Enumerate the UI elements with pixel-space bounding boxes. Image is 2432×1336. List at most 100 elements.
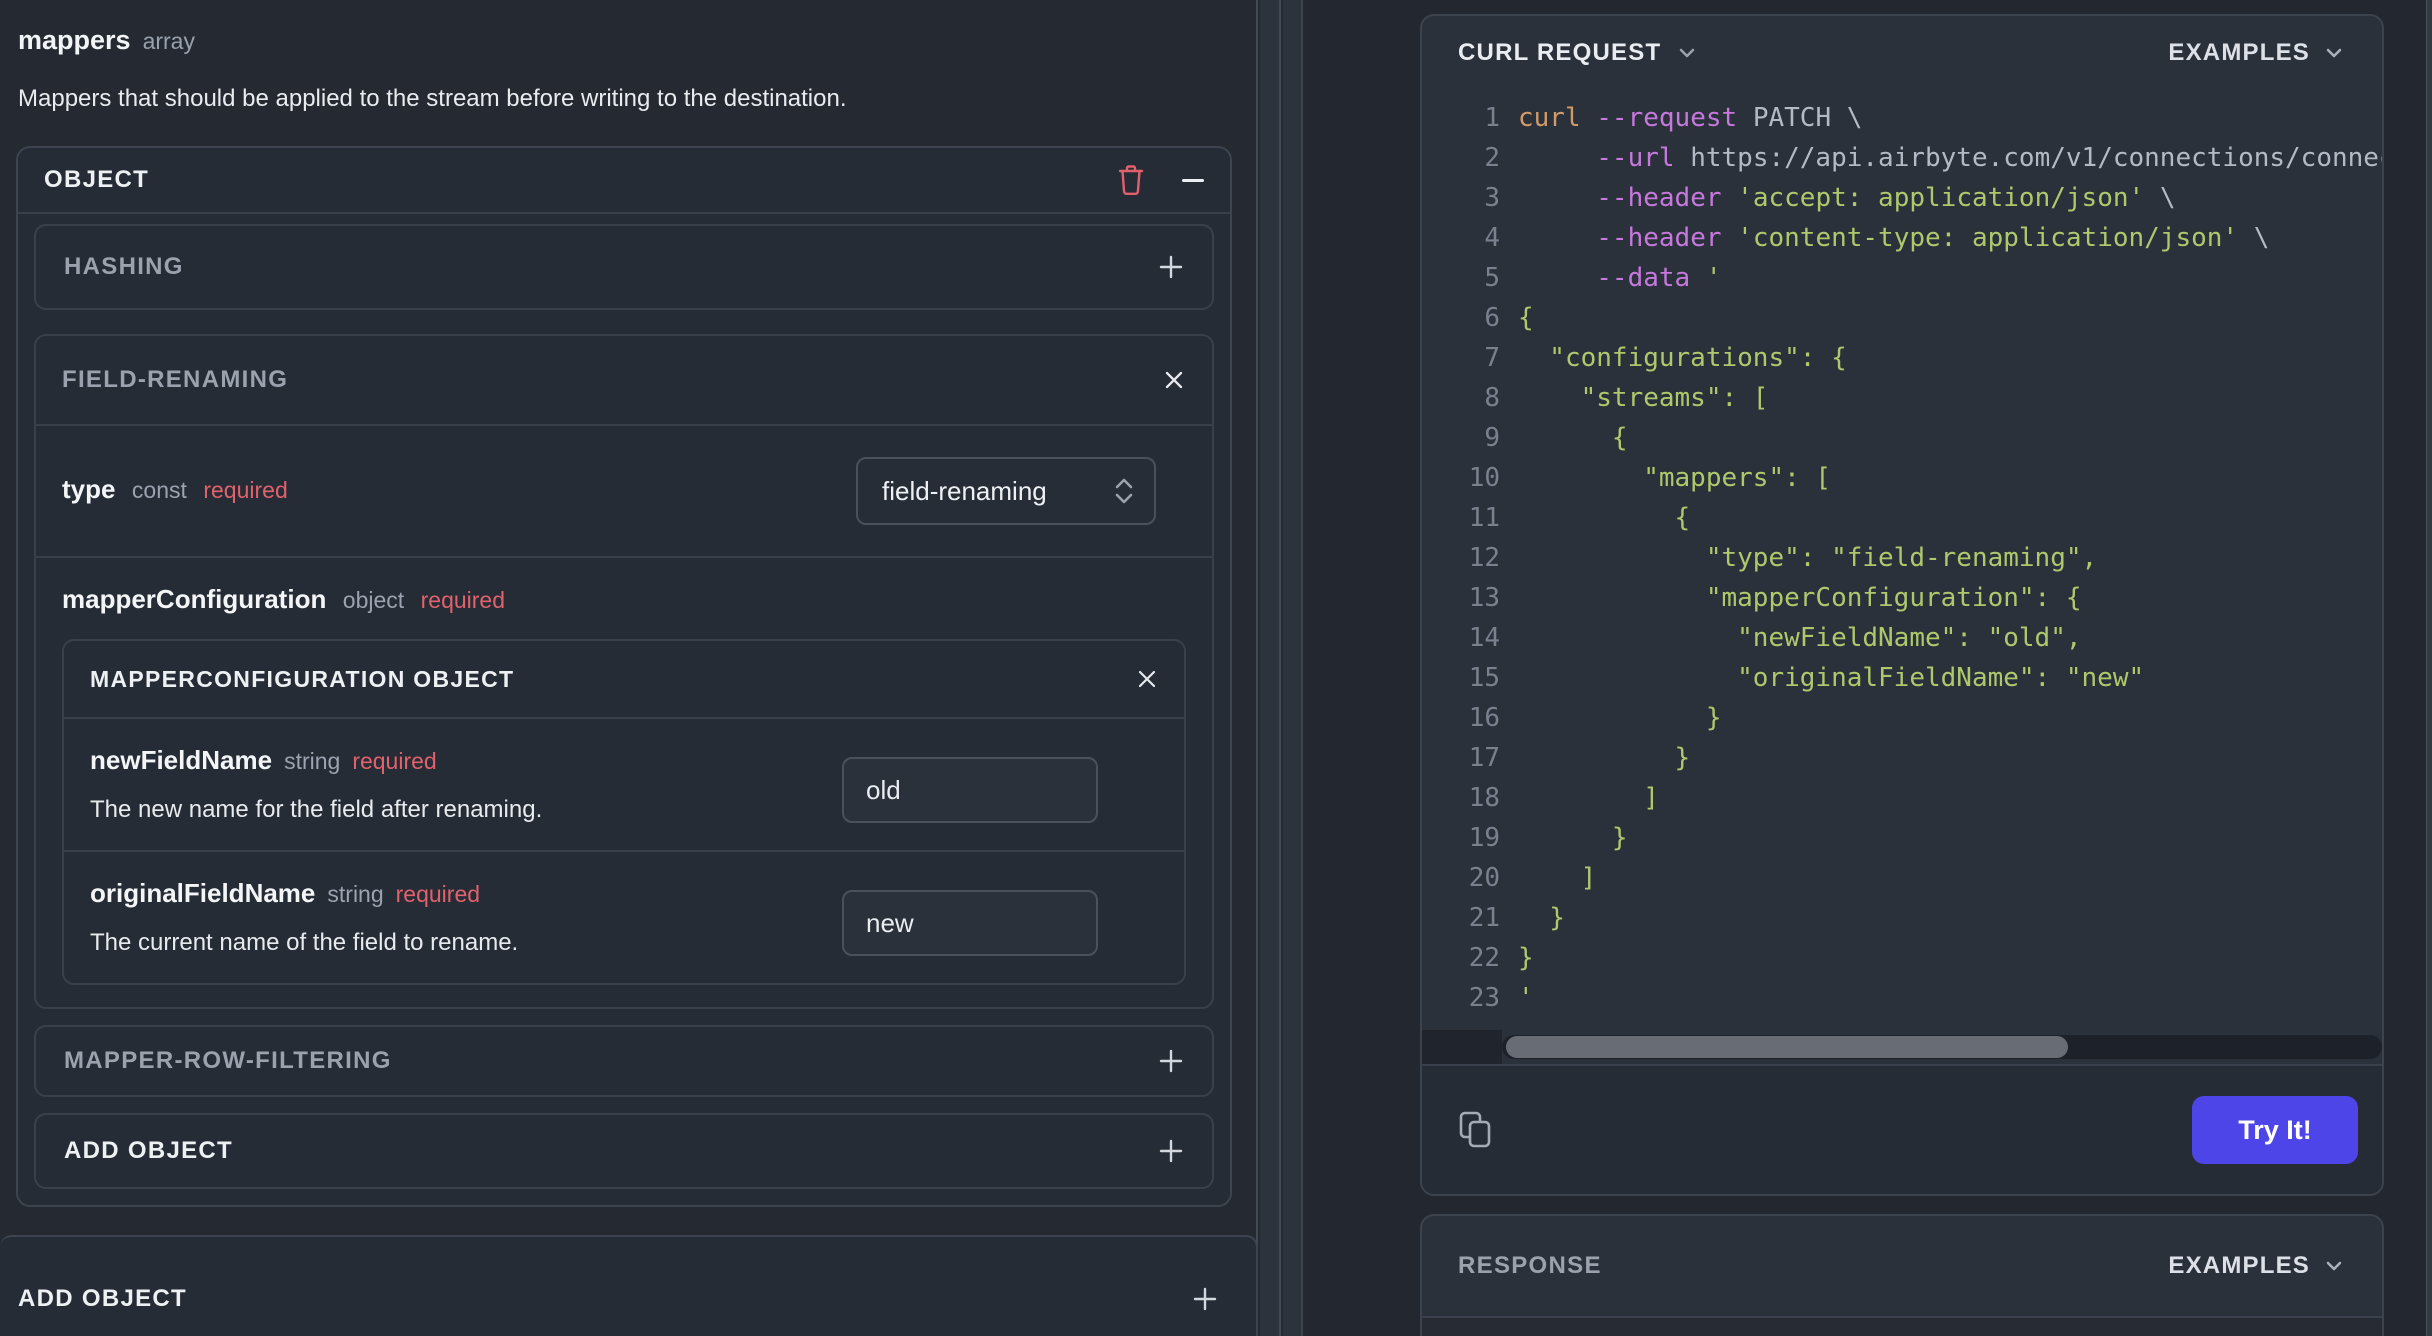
line-number: 15 bbox=[1468, 663, 1500, 693]
copy-code-button[interactable] bbox=[1456, 1108, 1496, 1152]
vertical-scrollbar[interactable] bbox=[2426, 0, 2432, 1336]
code-text: curl --request PATCH \ bbox=[1518, 103, 1863, 133]
code-text: ] bbox=[1518, 863, 1597, 893]
code-text: } bbox=[1518, 703, 1722, 733]
line-number: 14 bbox=[1468, 623, 1500, 653]
type-field-row: type const required field-renaming bbox=[36, 426, 1212, 558]
field-description: The new name for the field after renamin… bbox=[90, 796, 543, 823]
line-number: 2 bbox=[1484, 143, 1500, 173]
field-input[interactable] bbox=[842, 890, 1098, 956]
code-line: 6{ bbox=[1422, 298, 2382, 338]
horizontal-scrollbar-track[interactable] bbox=[1502, 1035, 2382, 1059]
field-description: The current name of the field to rename. bbox=[90, 929, 519, 956]
field-input[interactable] bbox=[842, 757, 1098, 823]
field-required: required bbox=[352, 748, 437, 774]
curl-request-header: CURL REQUEST EXAMPLES bbox=[1422, 16, 2382, 90]
close-icon[interactable] bbox=[1162, 368, 1186, 392]
collapse-object-button[interactable] bbox=[1182, 178, 1204, 182]
examples-dropdown[interactable]: EXAMPLES bbox=[2168, 39, 2346, 67]
code-text: } bbox=[1518, 823, 1628, 853]
field-heading: mappers array bbox=[18, 25, 1258, 56]
line-number: 9 bbox=[1484, 423, 1500, 453]
line-number: 18 bbox=[1468, 783, 1500, 813]
try-it-button[interactable]: Try It! bbox=[2192, 1096, 2358, 1164]
panel-divider[interactable] bbox=[1283, 0, 1303, 1336]
line-number: 16 bbox=[1468, 703, 1500, 733]
line-number: 11 bbox=[1468, 503, 1500, 533]
mapper-row-filtering-section: MAPPER-ROW-FILTERING bbox=[34, 1025, 1214, 1097]
code-text: ] bbox=[1518, 783, 1659, 813]
curl-request-footer: Try It! bbox=[1422, 1064, 2382, 1194]
mapper-row-filtering-header[interactable]: MAPPER-ROW-FILTERING bbox=[36, 1027, 1212, 1095]
plus-icon[interactable] bbox=[1158, 254, 1184, 280]
code-line: 1 curl --request PATCH \ bbox=[1422, 98, 2382, 138]
response-body bbox=[1422, 1318, 2382, 1336]
field-type: string bbox=[284, 748, 341, 774]
chevron-down-icon[interactable] bbox=[1675, 41, 1699, 65]
line-number: 19 bbox=[1468, 823, 1500, 853]
type-select[interactable]: field-renaming bbox=[856, 457, 1156, 525]
response-card: RESPONSE EXAMPLES bbox=[1420, 1214, 2384, 1336]
code-text: "streams": [ bbox=[1518, 383, 1769, 413]
field-name: newFieldName bbox=[90, 745, 273, 775]
field-renaming-section: FIELD-RENAMING type const required field… bbox=[34, 334, 1214, 1009]
add-object-label: ADD OBJECT bbox=[18, 1284, 188, 1312]
response-examples-dropdown[interactable]: EXAMPLES bbox=[2168, 1252, 2346, 1280]
field-heading-description: Mappers that should be applied to the st… bbox=[18, 85, 847, 112]
line-number: 22 bbox=[1468, 943, 1500, 973]
code-editor[interactable]: 1 curl --request PATCH \ 2 --url https://a… bbox=[1422, 90, 2382, 1030]
panel-scroll-gutter[interactable] bbox=[1260, 0, 1281, 1336]
code-line: 4 --header 'content-type: application/js… bbox=[1422, 218, 2382, 258]
line-number: 23 bbox=[1468, 983, 1500, 1013]
code-gutter-corner bbox=[1422, 1030, 1502, 1064]
horizontal-scrollbar-thumb[interactable] bbox=[1506, 1036, 2068, 1058]
code-line: 20 ] bbox=[1422, 858, 2382, 898]
curl-request-title[interactable]: CURL REQUEST bbox=[1458, 39, 1661, 67]
field-type: const bbox=[131, 476, 187, 503]
add-object-outer-section: ADD OBJECT bbox=[0, 1235, 1258, 1336]
line-number: 13 bbox=[1468, 583, 1500, 613]
delete-object-button[interactable] bbox=[1116, 163, 1146, 197]
code-line: 14 "newFieldName": "old", bbox=[1422, 618, 2382, 658]
code-text: { bbox=[1518, 303, 1534, 333]
code-line: 3 --header 'accept: application/json' \ bbox=[1422, 178, 2382, 218]
add-object-outer-button[interactable]: ADD OBJECT bbox=[0, 1237, 1256, 1336]
add-object-label: ADD OBJECT bbox=[64, 1137, 234, 1164]
code-text: --header 'accept: application/json' \ bbox=[1596, 183, 2176, 213]
chevron-down-icon bbox=[2322, 41, 2346, 65]
field-name: originalFieldName bbox=[90, 878, 316, 908]
curl-request-card: CURL REQUEST EXAMPLES 1 curl --request PA… bbox=[1420, 14, 2384, 1196]
line-number: 6 bbox=[1484, 303, 1500, 333]
line-number: 1 bbox=[1484, 103, 1500, 133]
mapper-configuration-card-header: MAPPERCONFIGURATION OBJECT bbox=[64, 641, 1184, 719]
schema-field-row: newFieldName string required The new name f… bbox=[64, 719, 1184, 852]
mapper-configuration-card: MAPPERCONFIGURATION OBJECT newFieldName s… bbox=[62, 639, 1186, 985]
add-object-button[interactable]: ADD OBJECT bbox=[36, 1115, 1212, 1187]
field-renaming-header[interactable]: FIELD-RENAMING bbox=[36, 336, 1212, 426]
code-text: { bbox=[1518, 423, 1628, 453]
line-number: 21 bbox=[1468, 903, 1500, 933]
plus-icon[interactable] bbox=[1158, 1048, 1184, 1074]
code-text: "originalFieldName": "new" bbox=[1518, 663, 2145, 693]
plus-icon[interactable] bbox=[1158, 1138, 1184, 1164]
copy-icon bbox=[1456, 1108, 1496, 1152]
plus-icon[interactable] bbox=[1192, 1286, 1218, 1312]
line-number: 7 bbox=[1484, 343, 1500, 373]
api-reference-page: mappers array Mappers that should be appl… bbox=[0, 0, 2432, 1336]
hashing-section: HASHING bbox=[34, 224, 1214, 310]
type-select-value: field-renaming bbox=[882, 475, 1047, 506]
code-text: --header 'content-type: application/json… bbox=[1596, 223, 2270, 253]
code-line: 21 } bbox=[1422, 898, 2382, 938]
code-line: 12 "type": "field-renaming", bbox=[1422, 538, 2382, 578]
object-card-title: OBJECT bbox=[44, 166, 150, 193]
hashing-title: HASHING bbox=[64, 253, 184, 280]
code-line: 5 --data ' bbox=[1422, 258, 2382, 298]
code-text: "type": "field-renaming", bbox=[1518, 543, 2098, 573]
select-chevrons-icon bbox=[1112, 475, 1136, 507]
response-title: RESPONSE bbox=[1458, 1252, 1602, 1279]
hashing-header[interactable]: HASHING bbox=[36, 226, 1212, 308]
code-text: "mapperConfiguration": { bbox=[1518, 583, 2082, 613]
line-number: 20 bbox=[1468, 863, 1500, 893]
mapper-configuration-section: mapperConfiguration object required MAPP… bbox=[36, 558, 1212, 1007]
close-icon[interactable] bbox=[1136, 668, 1158, 690]
